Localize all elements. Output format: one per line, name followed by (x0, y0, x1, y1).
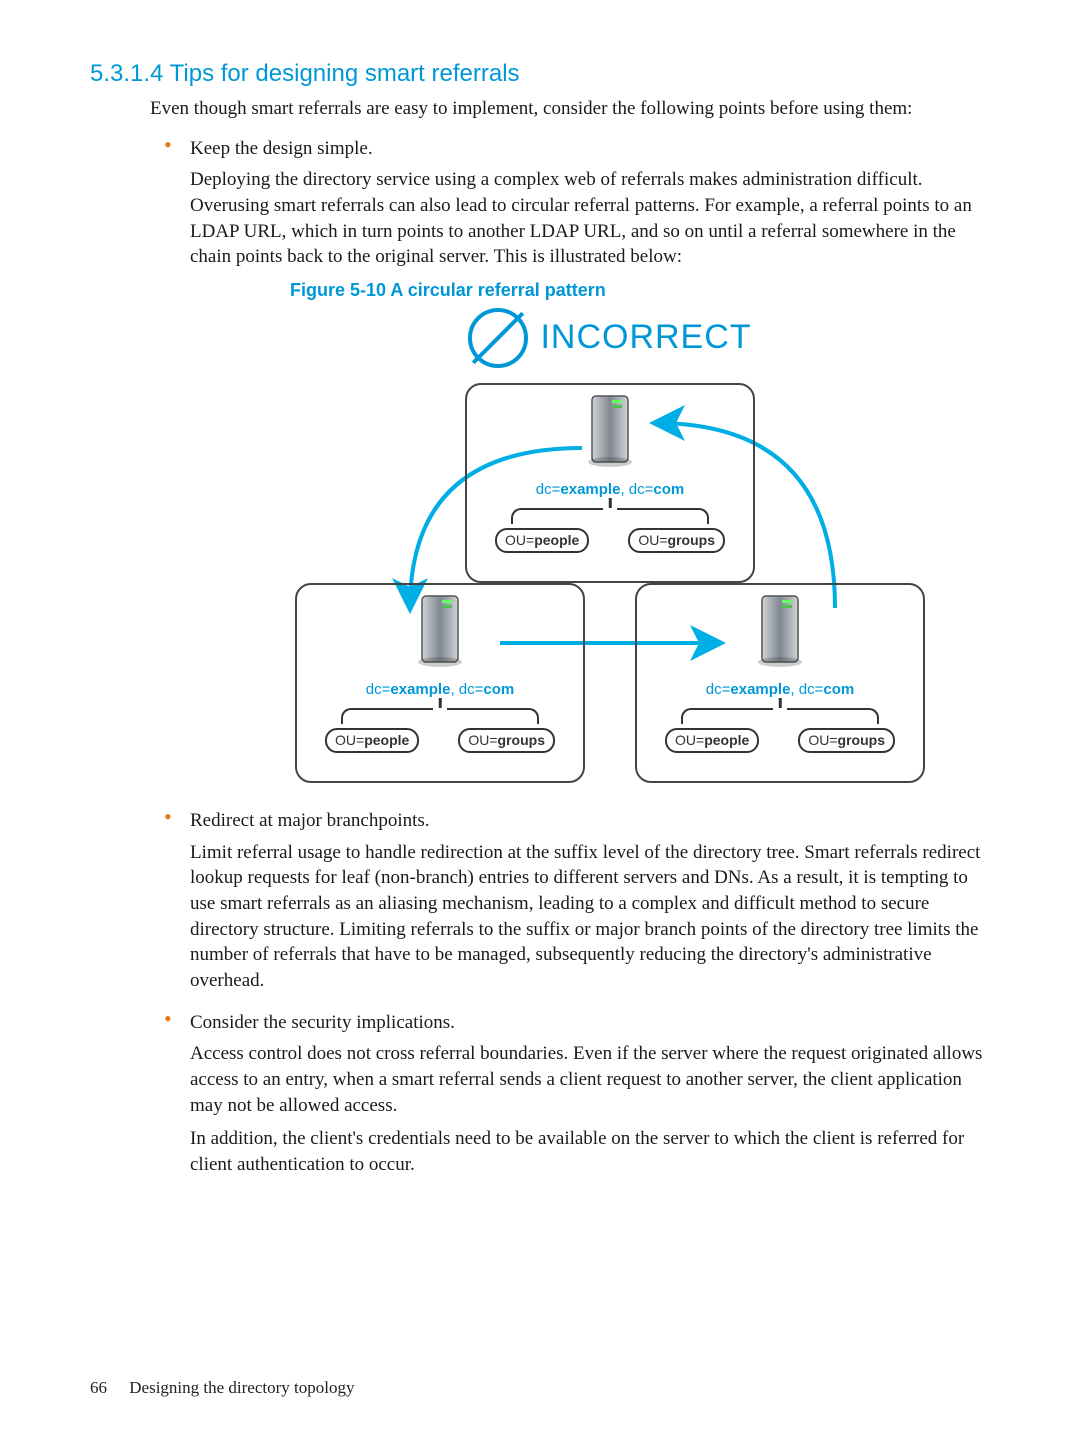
ou-groups-label: OU=groups (798, 728, 895, 753)
bullet-title: Keep the design simple. (190, 136, 990, 162)
list-item: Keep the design simple. Deploying the di… (150, 132, 990, 805)
page-number: 66 (90, 1378, 107, 1397)
bullet-body: In addition, the client's credentials ne… (190, 1126, 990, 1177)
server-node-bottom-left: dc=example, dc=com OU=people OU=groups (320, 590, 560, 753)
ou-groups-label: OU=groups (628, 528, 725, 553)
brace-icon (495, 504, 725, 530)
intro-paragraph: Even though smart referrals are easy to … (150, 96, 990, 122)
server-icon (582, 390, 638, 470)
prohibited-icon (468, 308, 528, 368)
figure-caption: Figure 5-10 A circular referral pattern (290, 278, 990, 302)
bullet-body: Limit referral usage to handle redirecti… (190, 840, 990, 994)
server-icon (412, 590, 468, 670)
incorrect-label: INCORRECT (540, 315, 751, 361)
ou-people-label: OU=people (325, 728, 419, 753)
ou-groups-label: OU=groups (458, 728, 555, 753)
page-footer: 66 Designing the directory topology (90, 1378, 354, 1398)
bullet-body: Deploying the directory service using a … (190, 167, 990, 270)
list-item: Redirect at major branchpoints. Limit re… (150, 804, 990, 1005)
brace-icon (325, 704, 555, 730)
incorrect-banner: INCORRECT (290, 308, 930, 368)
server-node-top: dc=example, dc=com OU=people OU=groups (490, 390, 730, 553)
bullet-list: Keep the design simple. Deploying the di… (150, 132, 990, 1190)
bullet-title: Redirect at major branchpoints. (190, 808, 990, 834)
ou-people-label: OU=people (495, 528, 589, 553)
bullet-body: Access control does not cross referral b… (190, 1041, 990, 1118)
server-node-bottom-right: dc=example, dc=com OU=people OU=groups (660, 590, 900, 753)
figure-circular-referral: INCORRECT dc=example, dc=com (290, 308, 930, 788)
ou-people-label: OU=people (665, 728, 759, 753)
section-heading: 5.3.1.4 Tips for designing smart referra… (90, 60, 990, 88)
brace-icon (665, 704, 895, 730)
chapter-title: Designing the directory topology (129, 1378, 354, 1397)
server-icon (752, 590, 808, 670)
document-page: 5.3.1.4 Tips for designing smart referra… (0, 0, 1080, 1438)
list-item: Consider the security implications. Acce… (150, 1006, 990, 1190)
bullet-title: Consider the security implications. (190, 1010, 990, 1036)
